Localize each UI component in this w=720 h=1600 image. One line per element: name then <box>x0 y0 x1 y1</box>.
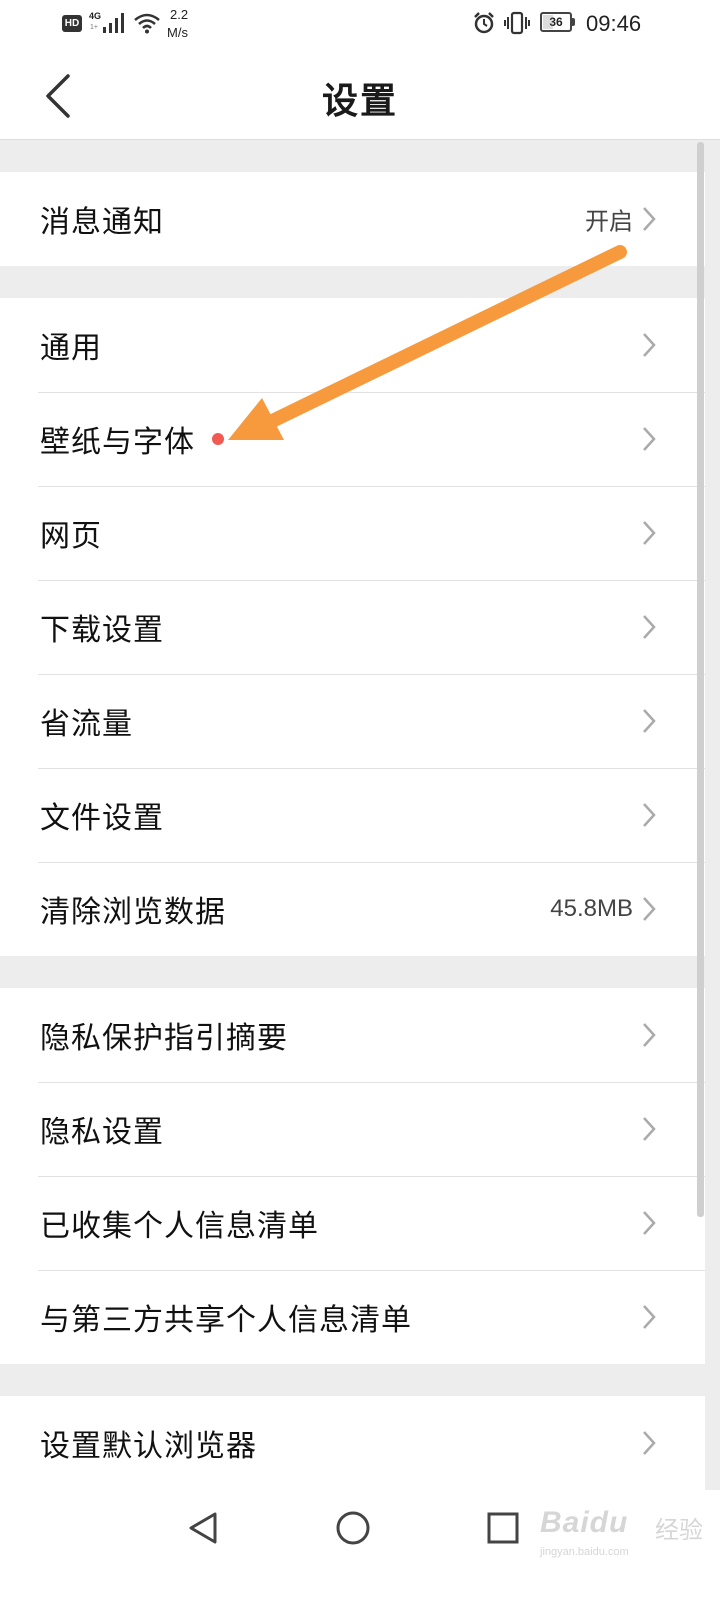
scrollbar[interactable] <box>697 142 704 1217</box>
row-label: 清除浏览数据 <box>40 895 226 930</box>
nav-home-icon[interactable] <box>335 1510 371 1546</box>
chevron-right-icon <box>643 1305 656 1329</box>
alarm-icon <box>474 12 494 34</box>
chevron-right-icon <box>643 1117 656 1141</box>
page-title: 设置 <box>321 80 398 122</box>
row-label: 网页 <box>40 519 102 554</box>
title-bar: 设置 <box>0 50 720 140</box>
row-label: 与第三方共享个人信息清单 <box>40 1303 412 1338</box>
settings-row-collected-info[interactable]: 已收集个人信息清单 <box>0 1176 705 1270</box>
chevron-right-icon <box>643 1023 656 1047</box>
chevron-right-icon <box>643 803 656 827</box>
watermark-url: jingyan.baidu.com <box>540 1546 629 1558</box>
chevron-right-icon <box>643 709 656 733</box>
network-speed-unit: M/s <box>167 25 188 40</box>
chevron-right-icon <box>643 207 656 231</box>
row-label: 壁纸与字体 <box>40 425 195 460</box>
divider <box>38 674 705 675</box>
divider <box>38 486 705 487</box>
watermark-name: 经验 <box>655 1516 703 1544</box>
vibrate-icon <box>504 11 530 35</box>
chevron-right-icon <box>643 521 656 545</box>
nav-back-icon[interactable] <box>185 1510 221 1546</box>
status-bar: HD 4G 1+ 2.2 M/s 36 09:46 <box>0 0 720 50</box>
watermark-brand: Baidu <box>540 1506 629 1539</box>
settings-group-notifications: 消息通知 开启 <box>0 172 705 266</box>
divider <box>38 1082 705 1083</box>
row-label: 文件设置 <box>40 801 164 836</box>
watermark: Baidu 经验 jingyan.baidu.com <box>540 1496 715 1566</box>
chevron-right-icon <box>643 1431 656 1455</box>
row-value: 开启 <box>585 207 633 236</box>
divider <box>38 1270 705 1271</box>
settings-row-clear-data[interactable]: 清除浏览数据 45.8MB <box>0 862 705 956</box>
network-sub: 1+ <box>90 24 98 31</box>
chevron-right-icon <box>643 615 656 639</box>
nav-recent-apps-icon[interactable] <box>485 1510 521 1546</box>
row-label: 通用 <box>40 331 102 366</box>
battery-fill <box>543 15 553 29</box>
row-label: 已收集个人信息清单 <box>40 1209 319 1244</box>
row-label: 省流量 <box>40 707 133 742</box>
chevron-right-icon <box>643 1211 656 1235</box>
divider <box>38 862 705 863</box>
divider <box>38 1176 705 1177</box>
signal-icon <box>103 13 124 33</box>
settings-row-default-browser[interactable]: 设置默认浏览器 <box>0 1396 705 1490</box>
divider <box>38 768 705 769</box>
chevron-right-icon <box>643 333 656 357</box>
hd-badge: HD <box>62 15 82 32</box>
row-label: 隐私保护指引摘要 <box>40 1021 288 1056</box>
row-label: 消息通知 <box>40 205 164 240</box>
settings-group-privacy: 隐私保护指引摘要 隐私设置 已收集个人信息清单 与第三方共享个人信息清单 <box>0 988 705 1364</box>
settings-row-file[interactable]: 文件设置 <box>0 768 705 862</box>
network-type: 4G <box>89 11 102 21</box>
row-value: 45.8MB <box>550 895 633 922</box>
settings-row-notifications[interactable]: 消息通知 开启 <box>0 172 705 266</box>
divider <box>38 580 705 581</box>
battery-tip <box>572 18 575 26</box>
row-label: 设置默认浏览器 <box>40 1429 257 1464</box>
network-speed-value: 2.2 <box>170 7 189 22</box>
settings-row-third-party-info[interactable]: 与第三方共享个人信息清单 <box>0 1270 705 1364</box>
settings-row-webpage[interactable]: 网页 <box>0 486 705 580</box>
row-label: 隐私设置 <box>40 1115 164 1150</box>
chevron-right-icon <box>643 897 656 921</box>
chevron-right-icon <box>643 427 656 451</box>
wifi-icon <box>134 13 160 34</box>
settings-row-data-saver[interactable]: 省流量 <box>0 674 705 768</box>
settings-row-download[interactable]: 下载设置 <box>0 580 705 674</box>
settings-row-general[interactable]: 通用 <box>0 298 705 392</box>
divider <box>38 392 705 393</box>
battery-icon: 36 <box>540 12 572 32</box>
clock: 09:46 <box>586 11 642 36</box>
settings-group-general: 通用 壁纸与字体 网页 下载设置 省流量 文件设置 清除浏览数据 45.8MB <box>0 298 705 956</box>
row-label: 下载设置 <box>40 613 164 648</box>
settings-row-privacy-summary[interactable]: 隐私保护指引摘要 <box>0 988 705 1082</box>
settings-row-privacy-settings[interactable]: 隐私设置 <box>0 1082 705 1176</box>
settings-group-browser: 设置默认浏览器 <box>0 1396 705 1490</box>
new-badge-dot <box>212 433 224 445</box>
settings-row-wallpaper-font[interactable]: 壁纸与字体 <box>0 392 705 486</box>
